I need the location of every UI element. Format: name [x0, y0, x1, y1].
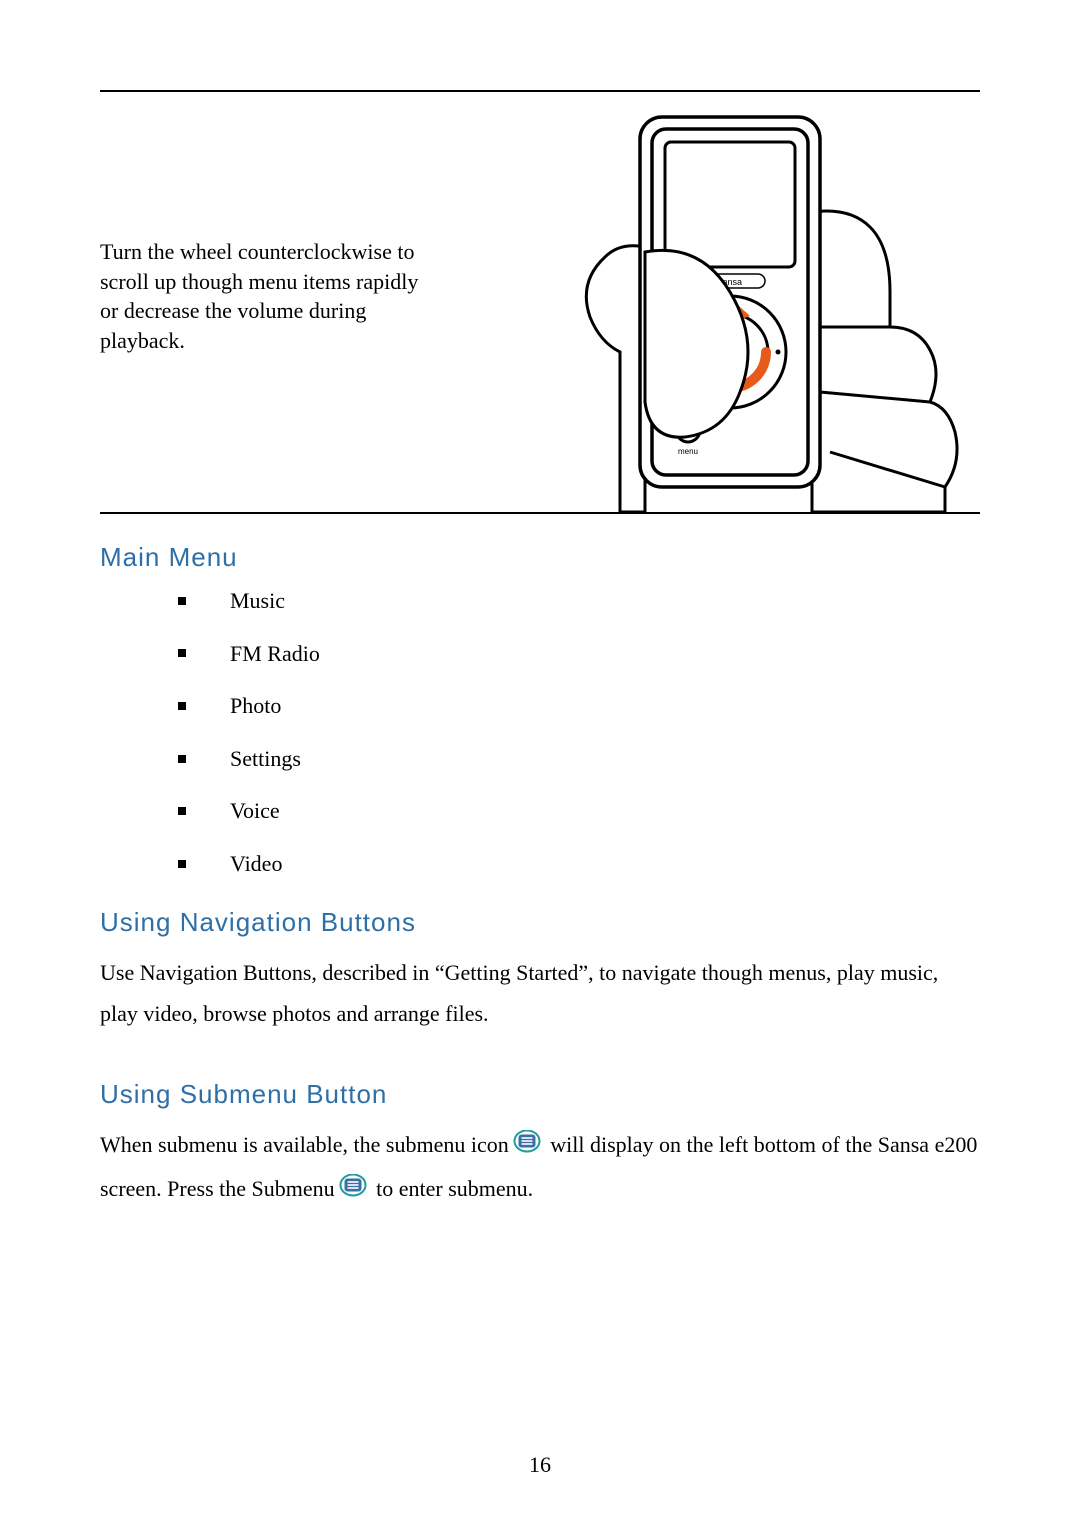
list-item-label: FM Radio — [230, 641, 320, 666]
heading-main-menu: Main Menu — [100, 542, 980, 573]
list-item: Music — [178, 587, 980, 616]
submenu-para-run3: to enter submenu. — [371, 1176, 534, 1201]
wheel-instruction-text: Turn the wheel counterclockwise to scrol… — [100, 92, 420, 356]
list-item-label: Photo — [230, 693, 281, 718]
wheel-instruction-paragraph: Turn the wheel counterclockwise to scrol… — [100, 239, 418, 353]
list-item: FM Radio — [178, 640, 980, 669]
heading-using-navigation-buttons: Using Navigation Buttons — [100, 907, 980, 938]
page-number: 16 — [0, 1452, 1080, 1478]
list-item-label: Voice — [230, 798, 280, 823]
svg-text:menu: menu — [678, 447, 698, 456]
heading-using-submenu-button: Using Submenu Button — [100, 1079, 980, 1110]
list-item: Photo — [178, 692, 980, 721]
submenu-icon — [513, 1126, 541, 1168]
list-item-label: Music — [230, 588, 285, 613]
submenu-icon — [339, 1170, 367, 1212]
navigation-buttons-paragraph: Use Navigation Buttons, described in “Ge… — [100, 952, 980, 1036]
list-item-label: Settings — [230, 746, 301, 771]
wheel-instruction-section: Turn the wheel counterclockwise to scrol… — [100, 90, 980, 514]
list-item: Settings — [178, 745, 980, 774]
document-page: Turn the wheel counterclockwise to scrol… — [0, 0, 1080, 1533]
main-menu-list: Music FM Radio Photo Settings Voice Vide… — [178, 587, 980, 879]
submenu-para-run1: When submenu is available, the submenu i… — [100, 1132, 509, 1157]
device-illustration-column: sansa m — [420, 92, 980, 512]
list-item-label: Video — [230, 851, 282, 876]
list-item: Voice — [178, 797, 980, 826]
device-in-hand-illustration: sansa m — [550, 92, 980, 512]
submenu-button-paragraph: When submenu is available, the submenu i… — [100, 1124, 980, 1212]
list-item: Video — [178, 850, 980, 879]
